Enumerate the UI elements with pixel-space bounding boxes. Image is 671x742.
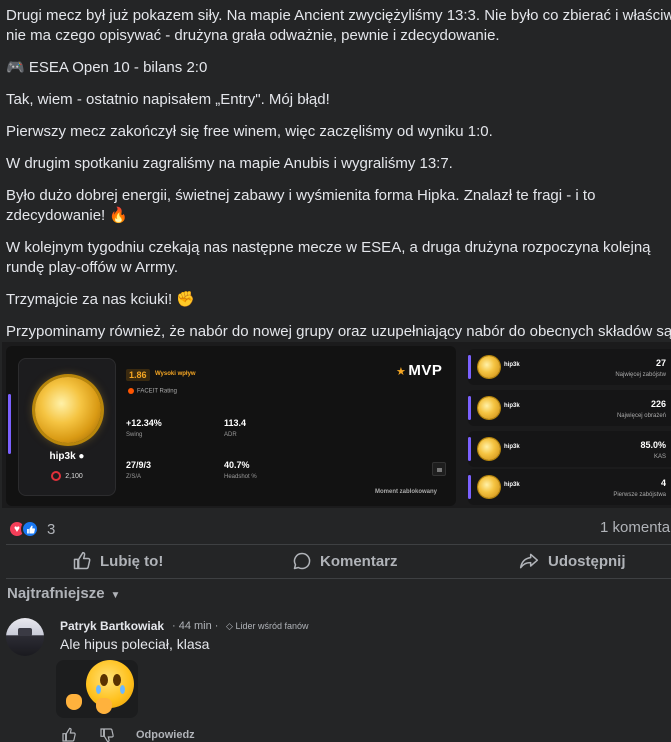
stat-swing-value: +12.34% xyxy=(126,418,162,428)
player-avatar-small xyxy=(478,476,500,498)
share-label: Udostępnij xyxy=(548,552,626,570)
thumbs-up-icon xyxy=(73,551,91,570)
side-stat-row: hip3k 85.0% KAS xyxy=(468,431,671,467)
comment-time[interactable]: · 44 min · xyxy=(172,620,218,632)
reactions-count: 3 xyxy=(47,520,56,538)
like-reaction-icon xyxy=(21,520,39,538)
player-avatar-small xyxy=(478,397,500,419)
verified-icon: ● xyxy=(78,451,85,462)
post-paragraph: Trzymajcie za nas kciuki! ✊ xyxy=(6,291,195,308)
accent-bar xyxy=(468,437,471,461)
accent-bar xyxy=(468,396,471,420)
rating-value: 1.86 xyxy=(126,369,150,381)
post-paragraph: Pierwszy mecz zakończył się free winem, … xyxy=(6,123,493,140)
side-player-name: hip3k xyxy=(504,482,520,488)
commenter-avatar[interactable] xyxy=(6,618,44,656)
comment-actions: Odpowiedz xyxy=(60,726,195,742)
like-button[interactable]: Lubię to! xyxy=(72,547,163,575)
comments-count-link[interactable]: 1 komentarz xyxy=(600,519,671,536)
player-elo: 2,100 xyxy=(19,471,115,481)
hand-icon xyxy=(96,698,112,714)
sort-label: Najtrafniejsze xyxy=(7,585,105,602)
level-icon xyxy=(51,471,62,481)
match-stats-image[interactable]: hip3k ● 2,100 1.86 Wysoki wpływ FACEIT R… xyxy=(2,342,671,508)
post-paragraph: Było dużo dobrej energii, świetnej zabaw… xyxy=(6,187,596,224)
post-paragraph: Tak, wiem - ostatnio napisałem „Entry". … xyxy=(6,91,330,108)
accent-bar xyxy=(8,394,11,454)
accent-bar xyxy=(468,475,471,499)
post-actions: Lubię to! Komentarz Udostępnij xyxy=(0,547,671,575)
faceit-icon xyxy=(128,388,134,394)
side-stat-label: Najwięcej obrażeń xyxy=(616,413,666,419)
fan-badge: ◇ Lider wśród fanów xyxy=(226,621,309,631)
side-stat-label: KAS xyxy=(653,454,666,460)
side-stat-row: hip3k 4 Pierwsze zabójstwa xyxy=(468,469,671,505)
player-name: hip3k ● xyxy=(49,451,85,462)
stat-ksa-value: 27/9/3 xyxy=(126,460,152,470)
reactions-summary[interactable]: ♥ 3 xyxy=(8,519,55,539)
star-icon: ★ xyxy=(396,366,407,378)
side-stat-value: 85.0% xyxy=(640,440,666,450)
player-avatar xyxy=(35,377,101,443)
player-stats-card: hip3k ● 2,100 1.86 Wysoki wpływ FACEIT R… xyxy=(6,346,456,506)
thumbs-up-icon[interactable] xyxy=(60,727,78,742)
chevron-down-icon: ▼ xyxy=(110,590,121,601)
rating-tag: Wysoki wpływ xyxy=(155,371,196,377)
side-stat-label: Najwięcej zabójstw xyxy=(615,372,666,378)
stat-adr-label: ADR xyxy=(224,432,237,438)
side-stat-label: Pierwsze zabójstwa xyxy=(613,492,666,498)
comment-sort-dropdown[interactable]: Najtrafniejsze ▼ xyxy=(7,585,120,602)
comment-button[interactable]: Komentarz xyxy=(292,547,398,575)
rating-label: FACEIT Rating xyxy=(128,388,177,395)
stat-adr-value: 113.4 xyxy=(224,418,247,428)
side-player-name: hip3k xyxy=(504,362,520,368)
stat-swing-label: Swing xyxy=(126,432,143,438)
post-paragraph: W drugim spotkaniu zagraliśmy na mapie A… xyxy=(6,155,453,172)
side-player-name: hip3k xyxy=(504,403,520,409)
diamond-icon: ◇ xyxy=(226,621,233,631)
hand-icon xyxy=(66,694,82,710)
comment-author[interactable]: Patryk Bartkowiak xyxy=(60,619,164,633)
post-paragraph: Drugi mecz był już pokazem siły. Na mapi… xyxy=(6,6,671,46)
post-body: Drugi mecz był już pokazem siły. Na mapi… xyxy=(6,6,671,374)
side-stat-value: 4 xyxy=(660,478,666,488)
side-player-name: hip3k xyxy=(504,444,520,450)
accent-bar xyxy=(468,355,471,379)
post-line: nie ma czego opisywać - drużyna grała od… xyxy=(6,27,500,44)
comment-icon xyxy=(293,552,311,570)
lock-icon xyxy=(432,462,446,476)
locked-moment-label: Moment zablokowany xyxy=(375,489,438,495)
mvp-badge: ★ MVP xyxy=(396,362,443,379)
share-button[interactable]: Udostępnij xyxy=(518,547,626,575)
post-line: Drugi mecz był już pokazem siły. Na mapi… xyxy=(6,7,671,24)
comment-text: Ale hipus poleciał, klasa xyxy=(60,636,210,652)
stat-hs-label: Headshot % xyxy=(224,474,257,480)
side-stat-value: 27 xyxy=(655,358,666,368)
post-paragraph: 🎮 ESEA Open 10 - bilans 2:0 xyxy=(6,59,208,76)
comment-label: Komentarz xyxy=(320,552,398,570)
side-stat-value: 226 xyxy=(650,399,666,409)
comment-sticker xyxy=(56,660,138,718)
stat-ksa-label: Z/S/A xyxy=(126,474,142,480)
side-stat-row: hip3k 226 Najwięcej obrażeń xyxy=(468,390,671,426)
side-stat-row: hip3k 27 Najwięcej zabójstw xyxy=(468,349,671,385)
like-label: Lubię to! xyxy=(100,552,164,570)
post-paragraph: W kolejnym tygodniu czekają nas następne… xyxy=(6,239,651,276)
player-avatar-small xyxy=(478,356,500,378)
player-box: hip3k ● 2,100 xyxy=(18,358,116,496)
divider xyxy=(6,578,671,579)
reply-button[interactable]: Odpowiedz xyxy=(136,729,195,741)
stat-hs-value: 40.7% xyxy=(224,460,250,470)
player-avatar-small xyxy=(478,438,500,460)
divider xyxy=(6,544,671,545)
share-icon xyxy=(519,553,539,569)
thumbs-down-icon[interactable] xyxy=(98,727,116,742)
